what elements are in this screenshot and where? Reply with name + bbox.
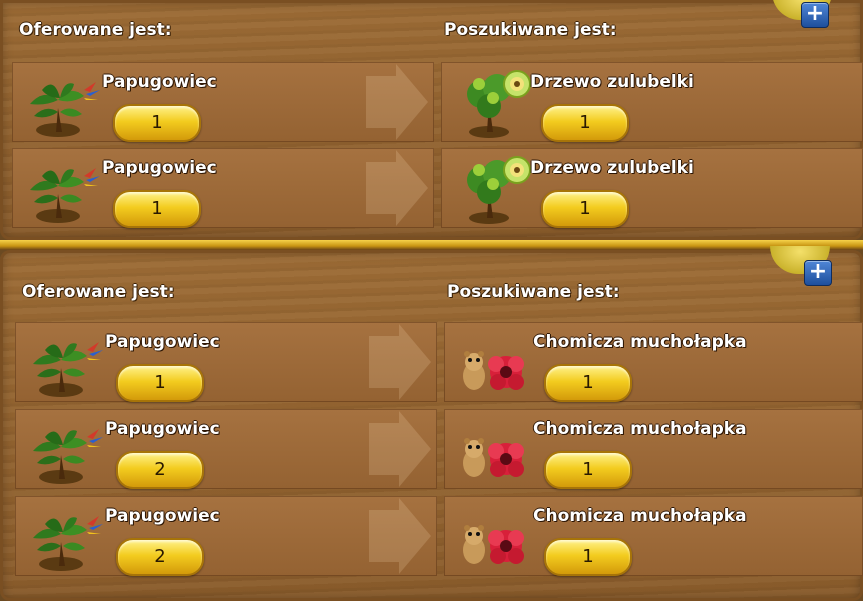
add-button[interactable]: + (801, 2, 829, 28)
wanted-item-name: Chomicza muchołapka (533, 506, 747, 526)
offered-quantity: 1 (113, 104, 201, 142)
wanted-quantity: 1 (541, 104, 629, 142)
offered-header: Oferowane jest: (22, 282, 175, 302)
arrow-right-icon (362, 148, 432, 228)
offered-item-name: Papugowiec (105, 506, 220, 526)
wanted-item-name: Chomicza muchołapka (533, 419, 747, 439)
arrow-right-icon (362, 62, 432, 142)
plus-icon: + (808, 259, 828, 284)
offered-header: Oferowane jest: (19, 20, 172, 40)
trade-offer-panel-1: + Oferowane jest: Poszukiwane jest: Papu… (0, 0, 863, 240)
add-button[interactable]: + (804, 260, 832, 286)
wanted-header: Poszukiwane jest: (447, 282, 620, 302)
fruit-tree-icon (459, 148, 539, 228)
offered-quantity: 1 (113, 190, 201, 228)
parrot-tree-icon (27, 504, 107, 574)
wanted-quantity: 1 (544, 364, 632, 402)
trade-offer-panel-2: + Oferowane jest: Poszukiwane jest: Papu… (0, 246, 863, 601)
parrot-tree-icon (27, 417, 107, 487)
hamster-flytrap-icon (456, 346, 536, 396)
offered-item-name: Papugowiec (102, 158, 217, 178)
hamster-flytrap-icon (456, 520, 536, 570)
parrot-tree-icon (27, 330, 107, 400)
offered-row-1[interactable]: Papugowiec 1 (15, 322, 437, 402)
offered-row-2[interactable]: Papugowiec 1 (12, 148, 434, 228)
wanted-row-2[interactable]: Chomicza muchołapka 1 (444, 409, 863, 489)
offered-item-name: Papugowiec (102, 72, 217, 92)
wanted-row-1[interactable]: Drzewo zulubelki 1 (441, 62, 863, 142)
fruit-tree-icon (459, 62, 539, 142)
wanted-row-2[interactable]: Drzewo zulubelki 1 (441, 148, 863, 228)
wanted-item-name: Drzewo zulubelki (530, 72, 694, 92)
wanted-row-3[interactable]: Chomicza muchołapka 1 (444, 496, 863, 576)
parrot-tree-icon (24, 156, 104, 226)
plus-icon: + (805, 1, 825, 26)
wanted-item-name: Drzewo zulubelki (530, 158, 694, 178)
hamster-flytrap-icon (456, 433, 536, 483)
offered-row-1[interactable]: Papugowiec 1 (12, 62, 434, 142)
arrow-right-icon (365, 409, 435, 489)
offered-quantity: 1 (116, 364, 204, 402)
parrot-tree-icon (24, 70, 104, 140)
wanted-row-1[interactable]: Chomicza muchołapka 1 (444, 322, 863, 402)
offered-quantity: 2 (116, 451, 204, 489)
panel-divider (0, 240, 863, 250)
offered-item-name: Papugowiec (105, 419, 220, 439)
offered-row-2[interactable]: Papugowiec 2 (15, 409, 437, 489)
arrow-right-icon (365, 496, 435, 576)
offered-quantity: 2 (116, 538, 204, 576)
wanted-quantity: 1 (541, 190, 629, 228)
wanted-header: Poszukiwane jest: (444, 20, 617, 40)
arrow-right-icon (365, 322, 435, 402)
wanted-quantity: 1 (544, 451, 632, 489)
offered-row-3[interactable]: Papugowiec 2 (15, 496, 437, 576)
wanted-quantity: 1 (544, 538, 632, 576)
wanted-item-name: Chomicza muchołapka (533, 332, 747, 352)
offered-item-name: Papugowiec (105, 332, 220, 352)
